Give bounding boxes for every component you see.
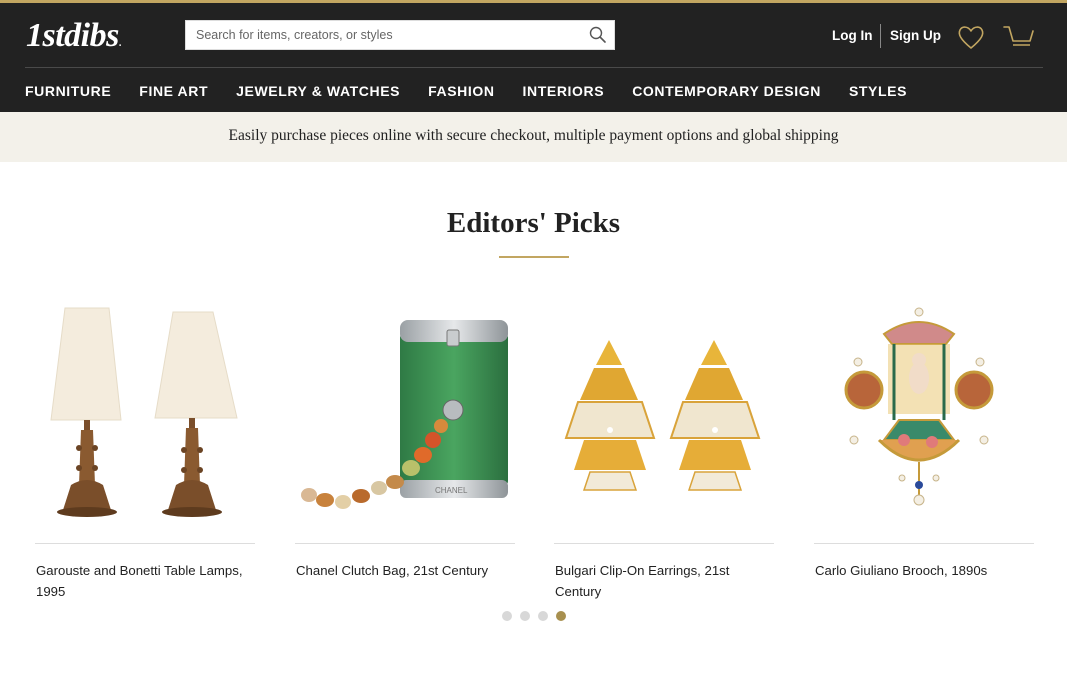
carousel-dot[interactable] [520,611,530,621]
product-caption[interactable]: Chanel Clutch Bag, 21st Century [296,560,514,581]
search-box [185,20,615,50]
product-card[interactable]: Carlo Giuliano Brooch, 1890s [814,290,1034,610]
product-image-bulgari-earrings[interactable] [554,290,774,530]
search-input[interactable] [186,21,576,49]
product-image-giuliano-brooch[interactable] [814,290,1034,530]
card-divider [814,543,1034,544]
search-icon[interactable] [588,25,608,45]
card-divider [554,543,774,544]
clutch-engraving: CHANEL [435,486,468,495]
carousel-dot[interactable] [502,611,512,621]
nav-furniture[interactable]: FURNITURE [25,81,111,101]
logo[interactable]: 1stdibs. [26,18,121,62]
main-nav: FURNITURE FINE ART JEWELRY & WATCHES FAS… [25,81,935,101]
carousel-dot[interactable] [556,611,566,621]
product-caption[interactable]: Carlo Giuliano Brooch, 1890s [815,560,1033,581]
card-divider [35,543,255,544]
site-header: 1stdibs. Log In Sign Up FURNITURE FINE A… [0,0,1067,112]
product-caption[interactable]: Garouste and Bonetti Table Lamps, 1995 [36,560,254,602]
login-divider [880,24,881,48]
signup-link[interactable]: Sign Up [890,27,941,45]
product-card[interactable]: Garouste and Bonetti Table Lamps, 1995 [35,290,255,610]
cart-icon[interactable] [1002,23,1036,51]
section-title: Editors' Picks [446,207,621,239]
nav-interiors[interactable]: INTERIORS [523,81,605,101]
product-card[interactable]: Bulgari Clip-On Earrings, 21st Century [554,290,774,610]
editors-picks-carousel: Garouste and Bonetti Table Lamps, 1995 C… [35,290,1034,610]
header-divider [25,67,1043,68]
checkout-banner: Easily purchase pieces online with secur… [0,112,1067,162]
nav-contemporary-design[interactable]: CONTEMPORARY DESIGN [632,81,821,101]
product-image-table-lamps[interactable] [35,290,255,530]
title-underline [499,256,569,258]
carousel-dot[interactable] [538,611,548,621]
banner-text: Easily purchase pieces online with secur… [228,127,839,144]
product-caption[interactable]: Bulgari Clip-On Earrings, 21st Century [555,560,773,602]
product-image-chanel-clutch[interactable]: CHANEL [295,290,515,530]
carousel-pagination [502,611,574,621]
nav-fashion[interactable]: FASHION [428,81,494,101]
nav-fine-art[interactable]: FINE ART [139,81,208,101]
product-card[interactable]: CHANEL Chanel Clutch Bag, 21st Century [295,290,515,610]
heart-icon[interactable] [956,23,986,51]
login-link[interactable]: Log In [832,27,873,45]
card-divider [295,543,515,544]
nav-jewelry-watches[interactable]: JEWELRY & WATCHES [236,81,400,101]
nav-styles[interactable]: STYLES [849,81,907,101]
